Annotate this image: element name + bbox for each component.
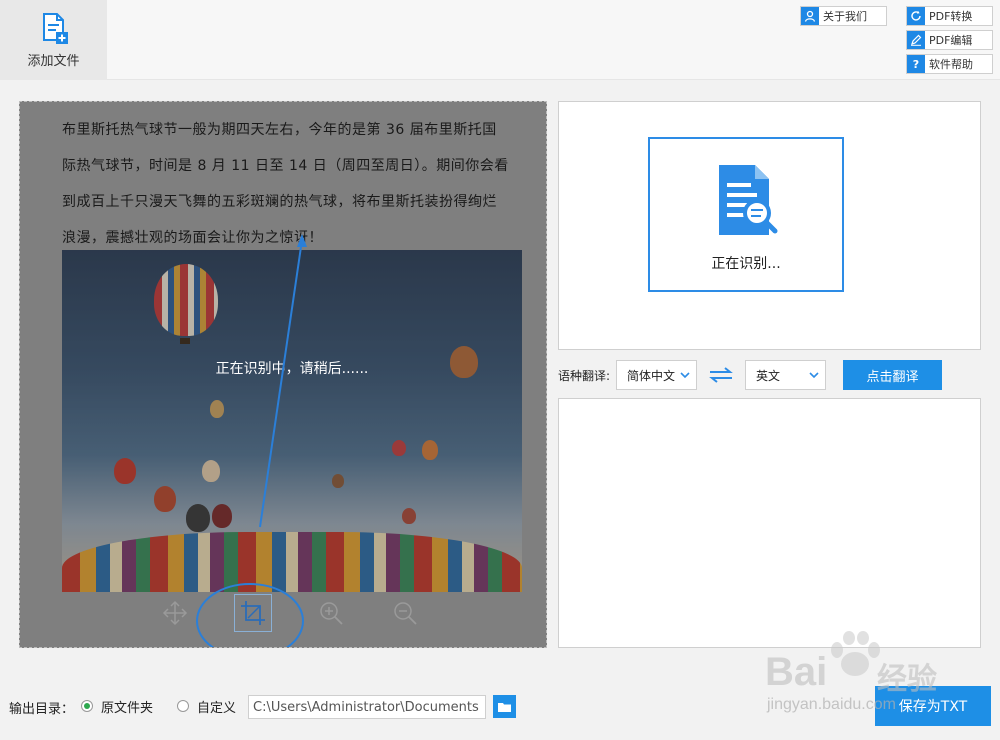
add-file-button[interactable]: 添加文件	[0, 0, 107, 80]
translate-label: 语种翻译:	[558, 368, 611, 383]
original-folder-label: 原文件夹	[101, 701, 154, 716]
source-language-value: 简体中文	[627, 368, 676, 383]
swap-icon	[709, 367, 733, 383]
pdf-edit-label: PDF编辑	[929, 34, 973, 47]
help-button[interactable]: ? 软件帮助	[906, 54, 993, 74]
save-txt-button[interactable]: 保存为TXT	[875, 686, 991, 726]
about-us-label: 关于我们	[823, 10, 867, 23]
swap-languages-button[interactable]	[697, 360, 745, 390]
browse-folder-button[interactable]	[493, 695, 516, 718]
output-path-input[interactable]	[248, 695, 486, 719]
zoom-in-tool[interactable]	[316, 598, 346, 628]
ocr-result-panel: 正在识别...	[558, 101, 981, 350]
radio-original-folder[interactable]	[81, 700, 93, 712]
recognizing-label: 正在识别...	[711, 256, 781, 272]
about-us-button[interactable]: 关于我们	[800, 6, 887, 26]
pencil-icon	[907, 31, 925, 49]
custom-folder-label: 自定义	[197, 701, 237, 716]
zoom-out-icon	[394, 602, 417, 625]
add-file-label: 添加文件	[27, 53, 80, 69]
pdf-edit-button[interactable]: PDF编辑	[906, 30, 993, 50]
zoom-in-icon	[320, 602, 343, 625]
chevron-down-icon	[809, 372, 819, 379]
recognizing-card: 正在识别...	[648, 137, 844, 292]
chevron-down-icon	[680, 372, 690, 379]
output-dir-label: 输出目录：	[9, 702, 75, 717]
user-icon	[801, 7, 819, 25]
preview-toolbar	[160, 594, 420, 632]
question-icon: ?	[907, 55, 925, 73]
zoom-out-tool[interactable]	[390, 598, 420, 628]
refresh-icon	[907, 7, 925, 25]
translation-result-panel[interactable]	[558, 398, 981, 648]
folder-icon	[498, 702, 511, 712]
crop-icon	[241, 601, 265, 625]
pdf-convert-label: PDF转换	[929, 10, 973, 23]
document-search-icon	[719, 165, 778, 235]
source-language-select[interactable]: 简体中文	[616, 360, 697, 390]
target-language-value: 英文	[756, 368, 781, 383]
crop-tool[interactable]	[234, 594, 272, 632]
pdf-convert-button[interactable]: PDF转换	[906, 6, 993, 26]
target-language-select[interactable]: 英文	[745, 360, 826, 390]
help-label: 软件帮助	[929, 58, 973, 71]
add-file-icon	[42, 12, 68, 44]
top-toolbar: 添加文件 关于我们 PDF转换 PDF编辑 ? 软件帮助	[0, 0, 1000, 80]
move-tool[interactable]	[160, 598, 190, 628]
document-preview[interactable]: 布里斯托热气球节一般为期四天左右，今年的是第 36 届布里斯托国 际热气球节，时…	[19, 101, 547, 648]
radio-custom-folder[interactable]	[177, 700, 189, 712]
translate-button[interactable]: 点击翻译	[843, 360, 942, 390]
annotation-arrow	[196, 234, 307, 647]
move-icon	[162, 600, 188, 626]
